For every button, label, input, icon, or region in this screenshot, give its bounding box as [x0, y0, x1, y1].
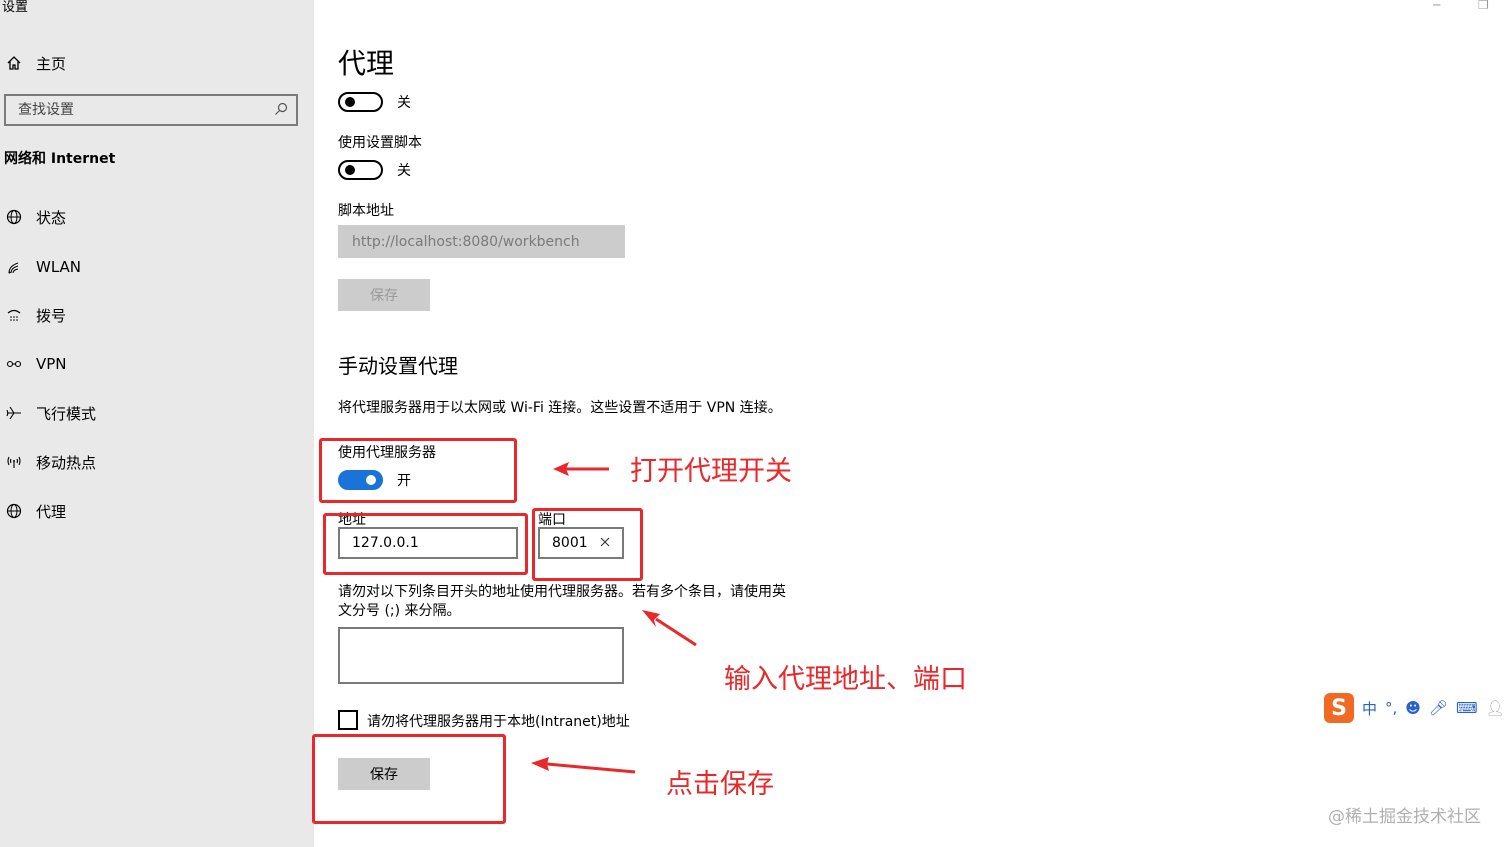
search-icon[interactable]: [274, 101, 288, 120]
sidebar-item-label: 拨号: [36, 306, 67, 325]
section-title: 网络和 Internet: [4, 151, 116, 167]
sidebar: 设置 主页 网络和 Internet 状态 WLAN 拨号 V: [0, 0, 314, 847]
punctuation-icon[interactable]: °,: [1385, 699, 1397, 717]
keyboard-icon[interactable]: ⌨: [1456, 699, 1478, 717]
sidebar-item-vpn[interactable]: VPN: [4, 352, 67, 376]
sidebar-item-label: 代理: [36, 502, 67, 521]
sidebar-item-hotspot[interactable]: 移动热点: [4, 450, 96, 474]
microphone-icon[interactable]: 🎤︎: [1429, 699, 1448, 717]
exceptions-line-1: 请勿对以下列条目开头的地址使用代理服务器。若有多个条目，请使用英: [338, 584, 786, 600]
minimize-icon[interactable]: ─: [1433, 0, 1440, 12]
manual-proxy-description: 将代理服务器用于以太网或 Wi-Fi 连接。这些设置不适用于 VPN 连接。: [338, 400, 782, 416]
annotation-box-toggle: [319, 438, 517, 503]
annotation-box-port: [532, 508, 643, 581]
annotation-address-note: 输入代理地址、端口: [724, 664, 967, 695]
window-title: 设置: [2, 0, 29, 15]
annotation-save-note: 点击保存: [666, 769, 774, 800]
script-label: 使用设置脚本: [338, 135, 422, 151]
hotspot-icon: [4, 452, 24, 472]
auto-detect-toggle[interactable]: [338, 92, 383, 112]
script-toggle[interactable]: [338, 160, 383, 180]
sidebar-item-home[interactable]: 主页: [4, 52, 66, 74]
ime-toolbar[interactable]: S 中 °, ☻ 🎤︎ ⌨ 👤︎: [1324, 690, 1505, 726]
wifi-icon: [4, 257, 24, 277]
annotation-arrow-toggle: [553, 462, 609, 476]
sidebar-item-proxy[interactable]: 代理: [4, 499, 66, 523]
annotation-arrow-address: [642, 610, 697, 647]
auto-detect-row: 关: [338, 92, 411, 112]
search-input[interactable]: [18, 102, 274, 118]
annotation-toggle-note: 打开代理开关: [630, 456, 792, 487]
search-box[interactable]: [4, 94, 298, 126]
ime-mode[interactable]: 中: [1362, 698, 1377, 719]
user-icon[interactable]: 👤︎: [1486, 699, 1505, 717]
watermark: @稀土掘金技术社区: [1328, 807, 1481, 827]
sidebar-item-wlan[interactable]: WLAN: [4, 255, 81, 279]
toggle-knob: [345, 97, 355, 107]
script-address-label: 脚本地址: [338, 203, 394, 219]
auto-detect-state: 关: [397, 95, 411, 111]
status-globe-icon: [4, 207, 24, 227]
exceptions-line-2: 文分号 (;) 来分隔。: [338, 603, 461, 619]
script-save-button[interactable]: 保存: [338, 279, 430, 311]
script-address-field[interactable]: http://localhost:8080/workbench: [338, 225, 625, 258]
restore-icon[interactable]: ❐: [1478, 0, 1489, 12]
script-row: 关: [338, 160, 411, 180]
home-icon: [4, 53, 24, 73]
toggle-knob: [345, 165, 355, 175]
annotation-box-save: [312, 734, 506, 824]
exceptions-textarea[interactable]: [338, 627, 624, 684]
local-address-checkbox-label: 请勿将代理服务器用于本地(Intranet)地址: [367, 714, 630, 730]
sogou-logo-icon[interactable]: S: [1324, 693, 1354, 723]
manual-proxy-title: 手动设置代理: [338, 354, 458, 378]
annotation-arrow-save: [531, 757, 636, 774]
sidebar-home-label: 主页: [36, 54, 67, 73]
vpn-icon: [4, 354, 24, 374]
proxy-globe-icon: [4, 501, 24, 521]
annotation-box-address: [323, 513, 528, 575]
emoji-icon[interactable]: ☻: [1405, 699, 1421, 717]
airplane-icon: [4, 403, 24, 423]
sidebar-item-label: VPN: [36, 355, 67, 373]
script-state: 关: [397, 163, 411, 179]
page-title: 代理: [338, 47, 395, 80]
sidebar-item-status[interactable]: 状态: [4, 205, 66, 229]
local-address-checkbox[interactable]: [338, 710, 358, 730]
sidebar-item-dialup[interactable]: 拨号: [4, 303, 66, 327]
sidebar-item-label: 飞行模式: [36, 404, 97, 423]
sidebar-item-label: WLAN: [36, 258, 82, 276]
sidebar-item-label: 移动热点: [36, 453, 97, 472]
sidebar-item-airplane[interactable]: 飞行模式: [4, 401, 96, 425]
sidebar-item-label: 状态: [36, 208, 67, 227]
dialup-icon: [4, 305, 24, 325]
